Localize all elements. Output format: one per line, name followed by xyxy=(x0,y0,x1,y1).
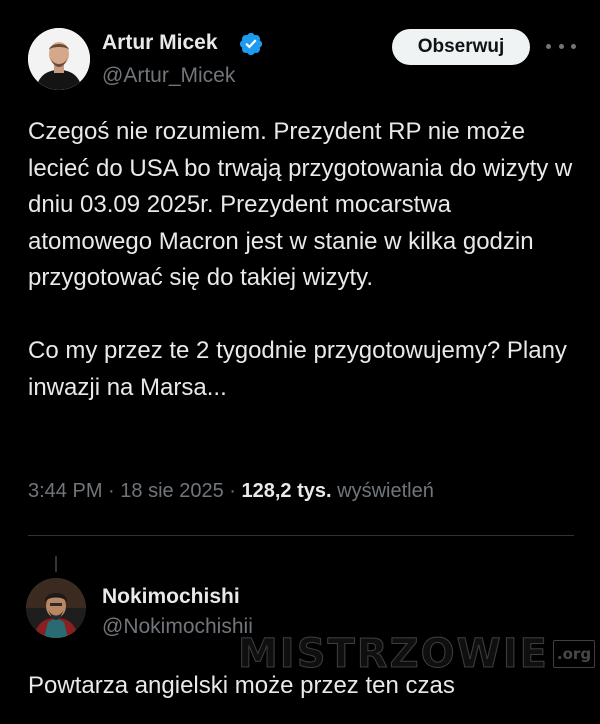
watermark: MISTRZOWIE .org xyxy=(238,630,596,678)
tweet-screenshot: Artur Micek @Artur_Micek Obserwuj Czegoś… xyxy=(0,0,600,724)
author-avatar[interactable] xyxy=(28,28,90,90)
meta-separator: · xyxy=(108,480,115,502)
reply-text: Powtarza angielski może przez ten czas xyxy=(28,672,455,699)
author-name[interactable]: Artur Micek xyxy=(102,31,218,55)
tweet-text: Czegoś nie rozumiem. Prezydent RP nie mo… xyxy=(28,114,578,406)
author-handle[interactable]: @Artur_Micek xyxy=(102,64,235,88)
reply-author-name[interactable]: Nokimochishi xyxy=(102,585,240,609)
author-avatar-image xyxy=(28,28,90,90)
views-label: wyświetleń xyxy=(337,480,434,502)
verified-badge-icon xyxy=(239,32,263,56)
tweet-meta: 3:44 PM · 18 sie 2025 · 128,2 tys. wyświ… xyxy=(28,480,434,503)
tweet-time[interactable]: 3:44 PM xyxy=(28,480,102,502)
reply-author-handle[interactable]: @Nokimochishii xyxy=(102,615,253,639)
tweet-paragraph: Co my przez te 2 tygodnie przygotowujemy… xyxy=(28,337,567,401)
follow-button[interactable]: Obserwuj xyxy=(392,29,530,65)
watermark-text: MISTRZOWIE xyxy=(238,631,549,678)
more-options-icon[interactable] xyxy=(546,37,576,55)
reply-author-avatar[interactable] xyxy=(26,578,86,638)
watermark-suffix: .org xyxy=(552,640,596,668)
reply-avatar-image xyxy=(26,578,86,638)
divider xyxy=(28,535,574,536)
views-count[interactable]: 128,2 tys. xyxy=(242,480,332,502)
meta-separator: · xyxy=(229,480,236,502)
tweet-paragraph: Czegoś nie rozumiem. Prezydent RP nie mo… xyxy=(28,118,573,291)
thread-line xyxy=(55,556,57,572)
tweet-date[interactable]: 18 sie 2025 xyxy=(120,480,223,502)
